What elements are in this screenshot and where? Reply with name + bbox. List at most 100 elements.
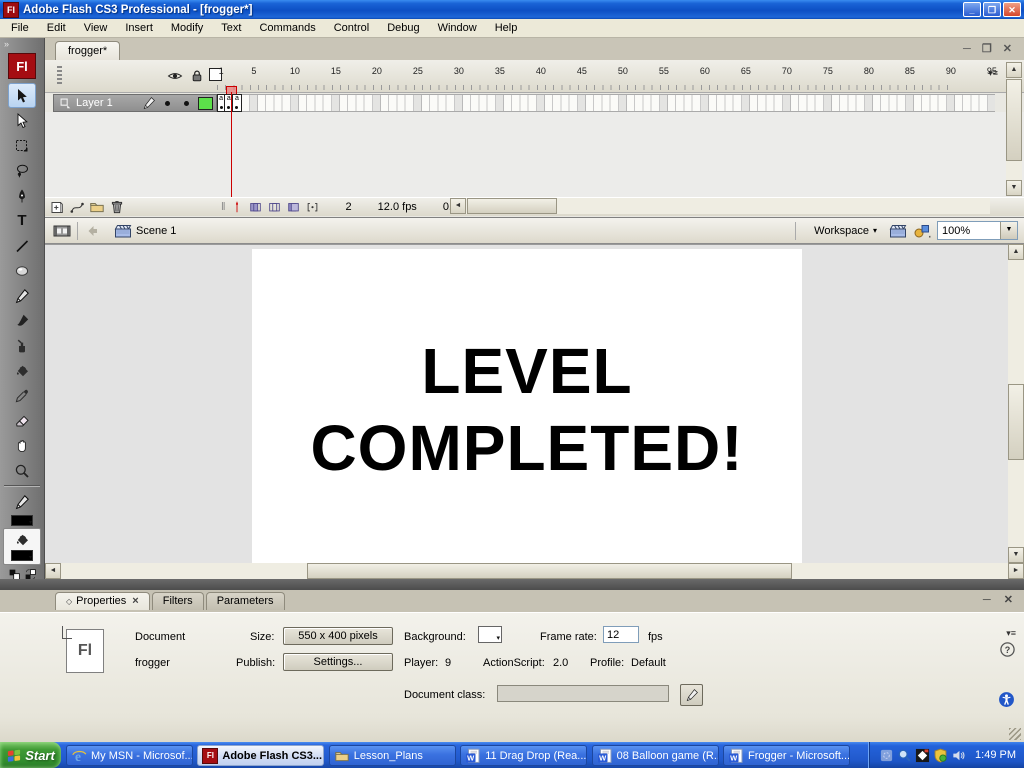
oval-tool[interactable]: [8, 258, 36, 283]
stage-hscrollbar[interactable]: ◄: [45, 563, 1008, 579]
restore-button[interactable]: ❐: [983, 2, 1001, 17]
taskbar-button[interactable]: W11 Drag Drop (Rea...: [460, 745, 587, 766]
panel-splitter[interactable]: [0, 579, 1024, 590]
menu-insert[interactable]: Insert: [116, 19, 162, 37]
document-class-input[interactable]: [497, 685, 669, 702]
taskbar-button[interactable]: eMy MSN - Microsof...: [66, 745, 193, 766]
panel-collapse-icon[interactable]: ◇: [66, 597, 72, 606]
lasso-tool[interactable]: [8, 158, 36, 183]
action-keyframe[interactable]: a: [217, 94, 225, 112]
zoom-value[interactable]: 100%: [938, 225, 1000, 237]
eraser-tool[interactable]: [8, 408, 36, 433]
tray-app-icon[interactable]: [879, 748, 894, 763]
modify-onion-markers-button[interactable]: [305, 200, 320, 214]
selection-tool[interactable]: [8, 83, 36, 108]
menu-edit[interactable]: Edit: [38, 19, 75, 37]
menu-debug[interactable]: Debug: [378, 19, 428, 37]
taskbar-button[interactable]: Lesson_Plans: [329, 745, 456, 766]
pasteboard[interactable]: LEVEL COMPLETED!: [45, 244, 1008, 563]
menu-help[interactable]: Help: [486, 19, 527, 37]
pen-tool[interactable]: [8, 183, 36, 208]
accessibility-icon[interactable]: [998, 691, 1015, 708]
action-keyframe[interactable]: a: [225, 94, 233, 112]
menu-commands[interactable]: Commands: [250, 19, 324, 37]
framerate-input[interactable]: 12: [603, 626, 639, 643]
layer-row[interactable]: Layer 1: [53, 94, 217, 112]
stroke-color-swatch[interactable]: ▾: [11, 515, 33, 526]
edit-symbols-button[interactable]: [913, 223, 931, 239]
document-window-controls[interactable]: ─ ❐ ✕: [963, 42, 1016, 55]
volume-icon[interactable]: [951, 748, 966, 763]
timeline-hscrollbar[interactable]: ◄: [450, 198, 990, 214]
menu-text[interactable]: Text: [212, 19, 250, 37]
zoom-dropdown-arrow[interactable]: ▼: [1000, 222, 1017, 239]
timeline-ruler[interactable]: 15101520253035404550556065707580859095: [45, 60, 1024, 92]
center-frame-button[interactable]: [230, 200, 244, 214]
add-motion-guide-button[interactable]: [69, 199, 85, 215]
close-button[interactable]: ✕: [1003, 2, 1021, 17]
zoom-combo[interactable]: 100% ▼: [937, 221, 1018, 240]
document-tab[interactable]: frogger*: [55, 41, 120, 61]
resize-grip[interactable]: [1009, 728, 1021, 740]
pencil-tool[interactable]: [8, 283, 36, 308]
layer-visibility-dot[interactable]: [165, 101, 170, 106]
frame-grid[interactable]: [217, 94, 995, 112]
fill-color-swatch[interactable]: ▾: [11, 550, 33, 561]
close-tab-icon[interactable]: ×: [132, 595, 138, 607]
onion-skin-button[interactable]: [248, 200, 263, 214]
scroll-left-arrow[interactable]: ◄: [450, 198, 466, 214]
scroll-up-arrow[interactable]: ▲: [1008, 244, 1024, 260]
scroll-up-arrow[interactable]: ▲: [1006, 62, 1022, 78]
ink-bottle-tool[interactable]: [8, 333, 36, 358]
subselection-tool[interactable]: [8, 108, 36, 133]
panel-window-controls[interactable]: ─ ✕: [983, 593, 1018, 606]
layer-name[interactable]: Layer 1: [76, 97, 138, 109]
scroll-down-arrow[interactable]: ▼: [1008, 547, 1024, 563]
action-keyframe[interactable]: a: [233, 94, 241, 112]
stroke-color-icon[interactable]: [8, 489, 36, 514]
onion-skin-outlines-button[interactable]: [267, 200, 282, 214]
publish-settings-button[interactable]: Settings...: [283, 653, 393, 671]
stage-vscrollbar[interactable]: ▲ ▼: [1008, 244, 1024, 563]
scroll-down-arrow[interactable]: ▼: [1006, 180, 1022, 196]
hand-tool[interactable]: [8, 433, 36, 458]
timeline-toggle-icon[interactable]: [53, 223, 71, 239]
delete-layer-button[interactable]: [109, 199, 125, 215]
insert-layer-folder-button[interactable]: [89, 199, 105, 215]
menu-control[interactable]: Control: [325, 19, 378, 37]
stage[interactable]: LEVEL COMPLETED!: [252, 249, 802, 563]
free-transform-tool[interactable]: [8, 133, 36, 158]
tray-magnifier-icon[interactable]: [897, 748, 912, 763]
scene-name[interactable]: Scene 1: [136, 225, 176, 237]
edit-multiple-frames-button[interactable]: [286, 200, 301, 214]
layer-outline-color[interactable]: [198, 97, 213, 110]
workspace-button[interactable]: Workspace ▾: [808, 223, 883, 239]
text-tool[interactable]: T: [8, 208, 36, 233]
menu-view[interactable]: View: [75, 19, 117, 37]
start-button[interactable]: Start: [0, 742, 61, 768]
stage-text[interactable]: LEVEL COMPLETED!: [252, 333, 802, 487]
zoom-tool[interactable]: [8, 458, 36, 483]
size-button[interactable]: 550 x 400 pixels: [283, 627, 393, 645]
panel-expander-icon[interactable]: »: [0, 38, 44, 51]
background-color-swatch[interactable]: ▾: [478, 626, 502, 643]
tray-diamond-icon[interactable]: [915, 748, 930, 763]
tab-parameters[interactable]: Parameters: [206, 592, 285, 610]
edit-scene-button[interactable]: [889, 223, 907, 239]
edit-class-button[interactable]: [680, 684, 703, 706]
scroll-right-arrow[interactable]: ►: [1008, 563, 1024, 579]
tab-filters[interactable]: Filters: [152, 592, 204, 610]
help-icon[interactable]: ?: [999, 641, 1016, 658]
scroll-left-arrow[interactable]: ◄: [45, 563, 61, 579]
taskbar-button[interactable]: WFrogger - Microsoft...: [723, 745, 850, 766]
insert-layer-button[interactable]: [49, 199, 65, 215]
security-shield-icon[interactable]: [933, 748, 948, 763]
taskbar-button[interactable]: FlAdobe Flash CS3...: [197, 745, 324, 766]
line-tool[interactable]: [8, 233, 36, 258]
menu-file[interactable]: File: [2, 19, 38, 37]
eyedropper-tool[interactable]: [8, 383, 36, 408]
fill-color-icon[interactable]: [8, 531, 36, 549]
tab-properties[interactable]: ◇Properties×: [55, 592, 150, 610]
menu-modify[interactable]: Modify: [162, 19, 212, 37]
taskbar-button[interactable]: W08 Balloon game (R...: [592, 745, 719, 766]
